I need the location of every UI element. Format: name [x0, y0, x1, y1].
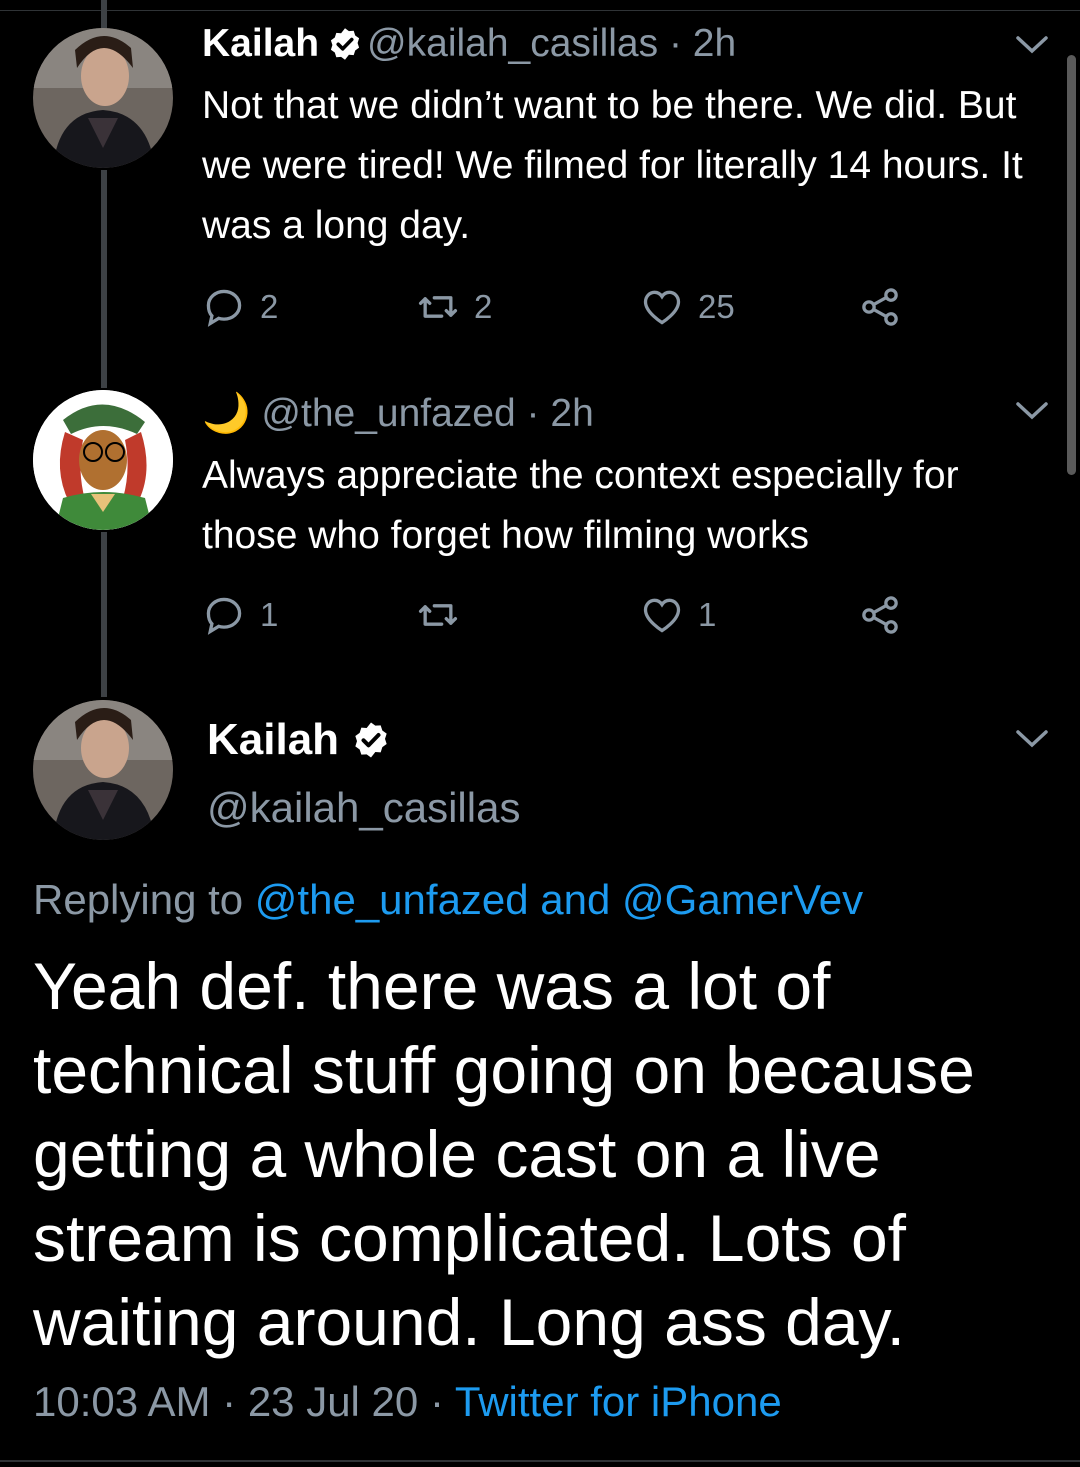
chevron-down-icon[interactable] [1012, 724, 1052, 754]
separator: · [222, 1378, 237, 1425]
chevron-down-icon[interactable] [1012, 30, 1052, 60]
tweet-time[interactable]: 2h [693, 22, 736, 65]
retweet-button[interactable]: 2 [416, 282, 492, 332]
retweet-count: 2 [474, 288, 493, 325]
share-icon [862, 596, 898, 634]
retweet-button[interactable] [416, 590, 474, 640]
avatar-kailah[interactable] [33, 700, 173, 840]
reply-count: 2 [260, 288, 279, 325]
like-button[interactable]: 25 [640, 282, 735, 332]
tweet-header: Kailah @kailah_casillas · 2h [202, 20, 736, 68]
user-name-emoji[interactable]: 🌙 [202, 392, 251, 435]
separator: · [668, 22, 682, 65]
user-handle[interactable]: @kailah_casillas [367, 22, 658, 65]
tweet-source[interactable]: Twitter for iPhone [455, 1378, 782, 1425]
like-button[interactable]: 1 [640, 590, 716, 640]
tweet-text: Not that we didn’t want to be there. We … [202, 84, 1023, 247]
user-handle[interactable]: @the_unfazed [261, 392, 515, 435]
tweet-date[interactable]: 23 Jul 20 [248, 1378, 418, 1425]
heart-icon [643, 290, 681, 325]
reply-button[interactable]: 1 [202, 590, 278, 640]
like-count: 25 [698, 288, 735, 325]
share-button[interactable] [858, 590, 916, 640]
reply-count: 1 [260, 596, 279, 633]
share-icon [862, 288, 898, 326]
thread-line [101, 170, 107, 388]
avatar-kailah[interactable] [33, 28, 173, 168]
user-handle[interactable]: @kailah_casillas [207, 780, 520, 836]
like-count: 1 [698, 596, 717, 633]
tweet-time[interactable]: 10:03 AM [33, 1378, 210, 1425]
tweet-time[interactable]: 2h [550, 392, 593, 435]
separator: · [526, 392, 540, 435]
reply-icon [206, 289, 242, 327]
tweet-meta: 10:03 AM · 23 Jul 20 · Twitter for iPhon… [33, 1374, 782, 1430]
thread-line [101, 532, 107, 697]
main-tweet-text: Yeah def. there was a lot of technical s… [33, 949, 975, 1359]
verified-badge-icon [330, 28, 360, 60]
heart-icon [643, 598, 681, 633]
tweet-actions: 2 2 25 [202, 282, 922, 332]
reply-button[interactable]: 2 [202, 282, 278, 332]
share-button[interactable] [858, 282, 916, 332]
replying-to: Replying to @the_unfazed and @GamerVev [33, 872, 863, 928]
replying-label: Replying to [33, 876, 244, 923]
separator: · [429, 1378, 444, 1425]
top-divider [0, 10, 1080, 11]
user-name[interactable]: Kailah [202, 22, 319, 65]
tweet-text: Always appreciate the context especially… [202, 454, 959, 557]
user-name[interactable]: Kailah [207, 715, 339, 764]
tweet-actions: 1 1 [202, 590, 922, 640]
bottom-divider [0, 1460, 1080, 1462]
chevron-down-icon[interactable] [1012, 396, 1052, 426]
main-tweet-author[interactable]: Kailah [207, 712, 395, 768]
reply-icon [206, 597, 242, 635]
tweet-header: 🌙 @the_unfazed · 2h [202, 390, 594, 438]
scrollbar[interactable] [1067, 55, 1076, 475]
replying-to-links[interactable]: @the_unfazed and @GamerVev [255, 876, 863, 923]
retweet-icon [418, 296, 458, 318]
retweet-icon [418, 604, 458, 626]
verified-badge-icon [355, 722, 387, 758]
avatar-the-unfazed[interactable] [33, 390, 173, 530]
